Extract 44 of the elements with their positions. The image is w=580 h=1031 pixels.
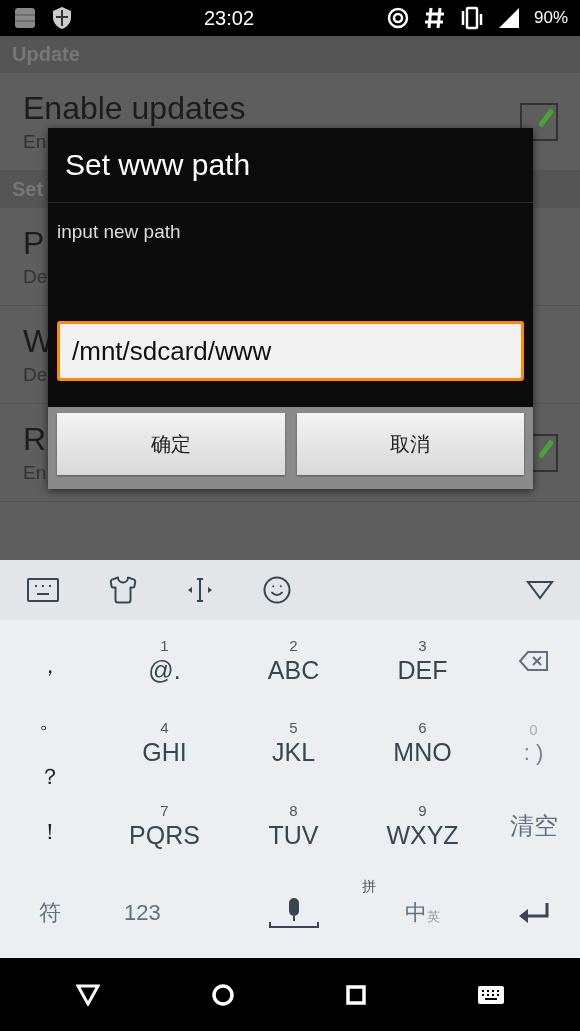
- dialog-message: input new path: [57, 221, 181, 242]
- keyboard-icon[interactable]: [26, 577, 60, 603]
- signal-icon: [497, 7, 520, 29]
- cancel-button[interactable]: 取消: [296, 413, 524, 475]
- text-cursor-icon[interactable]: [186, 577, 214, 603]
- symbols-key[interactable]: 符: [0, 868, 100, 958]
- symbol-key[interactable]: ！: [39, 817, 61, 848]
- ok-button[interactable]: 确定: [57, 413, 285, 475]
- recents-icon[interactable]: [345, 984, 366, 1005]
- symbol-key[interactable]: ，: [39, 650, 61, 681]
- storage-icon: [12, 6, 38, 30]
- letter-key[interactable]: 1 @.: [100, 620, 229, 702]
- smiley-icon[interactable]: [262, 575, 292, 605]
- keyboard-switch-icon[interactable]: [476, 984, 505, 1005]
- numbers-key[interactable]: 123: [100, 868, 229, 958]
- clear-key[interactable]: 清空: [509, 784, 558, 868]
- backspace-icon: [517, 650, 550, 672]
- letter-key[interactable]: 3 DEF: [358, 620, 487, 702]
- letter-key[interactable]: 6 MNO: [358, 702, 487, 784]
- shirt-icon[interactable]: [108, 575, 138, 605]
- vibrate-icon: [459, 6, 484, 30]
- hash-icon: [423, 6, 446, 30]
- setting-title: R: [23, 421, 47, 458]
- shield-icon: [52, 6, 72, 30]
- setting-title: P: [23, 225, 45, 262]
- letter-key[interactable]: 9 WXYZ: [358, 784, 487, 868]
- home-icon[interactable]: [210, 982, 235, 1007]
- setting-title: Enable updates: [23, 90, 246, 127]
- language-key[interactable]: 拼 中 英: [358, 868, 487, 958]
- battery-percent: 90%: [533, 8, 568, 28]
- symbol-key[interactable]: 。: [39, 706, 61, 737]
- collapse-triangle-icon[interactable]: [526, 580, 554, 600]
- back-icon[interactable]: [75, 983, 100, 1006]
- letter-key[interactable]: 5 JKL: [229, 702, 358, 784]
- symbol-key[interactable]: ？: [39, 761, 61, 792]
- letter-key[interactable]: 2 ABC: [229, 620, 358, 702]
- letter-key[interactable]: 8 TUV: [229, 784, 358, 868]
- letter-key[interactable]: 4 GHI: [100, 702, 229, 784]
- clock-time: 23:02: [202, 6, 255, 30]
- path-input-field[interactable]: /mnt/sdcard/www: [57, 321, 524, 381]
- dialog-title: Set www path: [48, 128, 533, 203]
- hotspot-icon: [385, 6, 410, 30]
- letter-key[interactable]: 7 PQRS: [100, 784, 229, 868]
- microphone-icon[interactable]: [267, 896, 320, 930]
